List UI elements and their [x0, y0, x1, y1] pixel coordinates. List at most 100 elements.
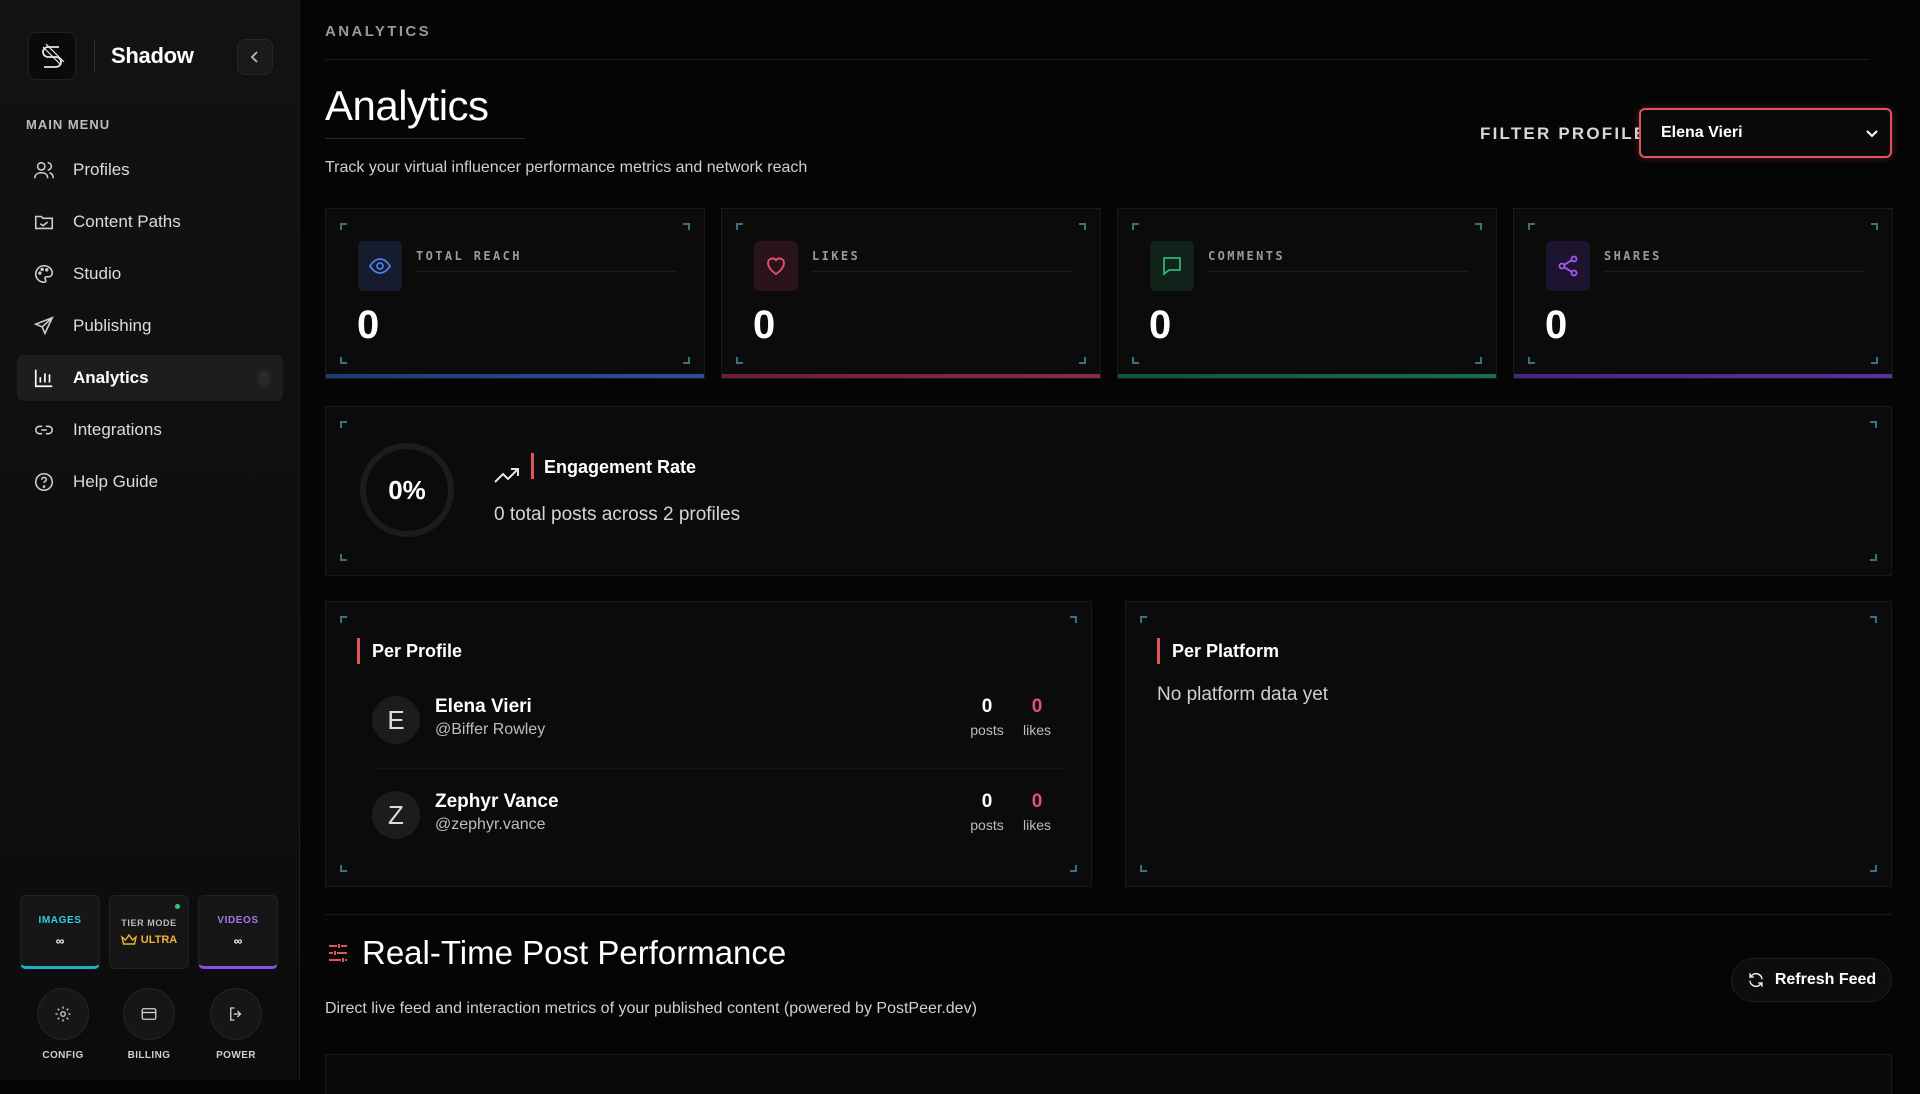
profile-name: Zephyr Vance: [435, 791, 559, 812]
sidebar-item-studio[interactable]: Studio: [17, 251, 283, 297]
corner-mark: [1079, 357, 1086, 364]
posts-count: 0: [981, 791, 993, 812]
billing-button[interactable]: BILLING: [123, 988, 175, 1061]
filter-profile-label: FILTER PROFILE:: [1480, 124, 1656, 143]
sidebar-item-content-paths[interactable]: Content Paths: [17, 199, 283, 245]
config-button[interactable]: CONFIG: [37, 988, 89, 1061]
config-button-circle: [37, 988, 89, 1040]
main-content: ANALYTICS Analytics Track your virtual i…: [300, 0, 1920, 1094]
brand-logo-icon[interactable]: [28, 32, 76, 80]
corner-mark: [1475, 357, 1482, 364]
corner-mark: [340, 554, 347, 561]
videos-quota[interactable]: VIDEOS ∞: [198, 895, 278, 969]
section-divider: [325, 914, 1892, 915]
refresh-icon: [1749, 972, 1763, 988]
profile-name: Elena Vieri: [435, 696, 532, 717]
sidebar-item-label: Analytics: [73, 368, 149, 387]
corner-mark: [1528, 223, 1535, 230]
sidebar-item-label: Content Paths: [73, 212, 181, 231]
sidebar-item-integrations[interactable]: Integrations: [17, 407, 283, 453]
per-platform-title: Per Platform: [1172, 641, 1280, 661]
sliders-icon: [329, 944, 347, 962]
config-label: CONFIG: [42, 1050, 84, 1061]
power-button-circle: [210, 988, 262, 1040]
images-quota-label: IMAGES: [38, 914, 82, 926]
engagement-panel: 0% Engagement Rate 0 total posts across …: [325, 406, 1892, 576]
profile-posts: 0 posts: [962, 791, 1012, 833]
stat-accent-bar: [1118, 374, 1496, 378]
main-menu: Profiles Content Paths Studio Publishing…: [17, 147, 283, 511]
trending-up-icon: [494, 468, 519, 483]
crown-icon: [120, 934, 137, 945]
page-subtitle: Track your virtual influencer performanc…: [325, 159, 808, 176]
corner-mark: [340, 616, 347, 623]
tier-mode-badge[interactable]: TIER MODE ULTRA: [109, 895, 189, 969]
filter-profile-select[interactable]: Elena Vieri: [1639, 108, 1892, 158]
stat-label: COMMENTS: [1208, 249, 1285, 263]
brand-name: Shadow: [111, 43, 194, 68]
corner-mark: [1070, 865, 1077, 872]
accent-bar: [1157, 638, 1160, 664]
avatar: E: [372, 696, 420, 744]
main-menu-heading: MAIN MENU: [26, 117, 111, 132]
share-icon: [1546, 241, 1590, 291]
corner-mark: [1140, 865, 1147, 872]
accent-bar: [357, 638, 360, 664]
message-icon: [1150, 241, 1194, 291]
stat-label-rule: [812, 271, 1072, 272]
sidebar-item-analytics[interactable]: Analytics: [17, 355, 283, 401]
likes-label: likes: [1022, 817, 1051, 833]
sidebar-item-label: Help Guide: [73, 472, 159, 491]
corner-mark: [1870, 865, 1877, 872]
stat-card-total-reach: TOTAL REACH 0: [325, 208, 705, 379]
profile-handle: @zephyr.vance: [435, 816, 546, 833]
billing-button-circle: [123, 988, 175, 1040]
corner-mark: [1870, 421, 1877, 428]
sidebar-item-help-guide[interactable]: Help Guide: [17, 459, 283, 505]
corner-mark: [1070, 616, 1077, 623]
sidebar-item-profiles[interactable]: Profiles: [17, 147, 283, 193]
corner-mark: [1871, 223, 1878, 230]
realtime-title: Real-Time Post Performance: [362, 934, 787, 971]
images-quota-value: ∞: [55, 933, 65, 948]
profile-row[interactable]: E Elena Vieri @Biffer Rowley 0 posts 0 l…: [372, 696, 1062, 776]
gear-icon: [55, 1006, 71, 1022]
profile-posts: 0 posts: [962, 696, 1012, 738]
corner-mark: [1132, 223, 1139, 230]
profile-likes: 0 likes: [1012, 696, 1062, 738]
logout-icon: [230, 1007, 242, 1021]
refresh-feed-button[interactable]: Refresh Feed: [1731, 958, 1892, 1002]
stat-accent-bar: [1514, 374, 1892, 378]
corner-mark: [1870, 616, 1877, 623]
collapse-sidebar-button[interactable]: [237, 39, 273, 75]
stat-label-rule: [1208, 271, 1468, 272]
brand: Shadow: [28, 32, 194, 80]
stat-accent-bar: [326, 374, 704, 378]
corner-mark: [340, 357, 347, 364]
profile-row[interactable]: Z Zephyr Vance @zephyr.vance 0 posts 0 l…: [372, 791, 1062, 871]
row-divider: [372, 768, 1062, 769]
stat-card-likes: LIKES 0: [721, 208, 1101, 379]
corner-mark: [736, 223, 743, 230]
stat-card-comments: COMMENTS 0: [1117, 208, 1497, 379]
heart-icon: [754, 241, 798, 291]
engagement-subtitle: 0 total posts across 2 profiles: [494, 504, 741, 525]
sidebar-item-publishing[interactable]: Publishing: [17, 303, 283, 349]
folder-icon: [34, 215, 54, 230]
stat-label-rule: [416, 271, 676, 272]
empty-state-text: No platform data yet: [1157, 684, 1329, 705]
sidebar-item-label: Studio: [73, 264, 122, 283]
engagement-title: Engagement Rate: [544, 457, 697, 477]
corner-mark: [736, 357, 743, 364]
images-quota[interactable]: IMAGES ∞: [20, 895, 100, 969]
refresh-feed-label: Refresh Feed: [1774, 971, 1877, 988]
posts-count: 0: [981, 696, 993, 717]
engagement-rate-value: 0%: [388, 474, 426, 505]
tier-mode-value-row: ULTRA: [120, 934, 177, 946]
corner-mark: [340, 865, 347, 872]
filter-profile-value: Elena Vieri: [1661, 124, 1743, 141]
corner-mark: [1140, 616, 1147, 623]
title-underline: [325, 138, 525, 139]
likes-label: likes: [1022, 722, 1051, 738]
power-button[interactable]: POWER: [210, 988, 262, 1061]
